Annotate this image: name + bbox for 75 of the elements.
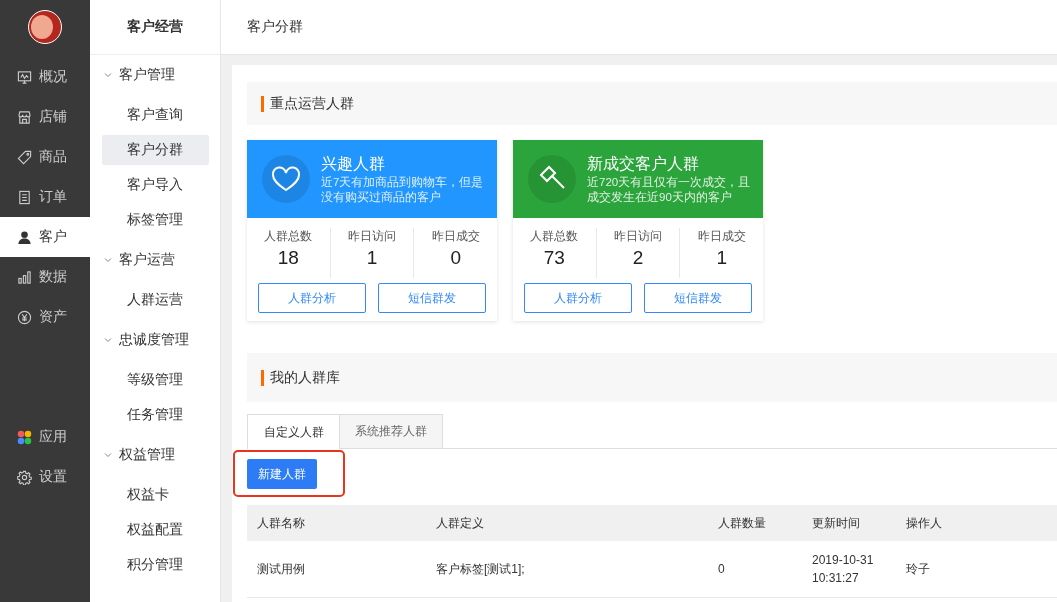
card-description: 近720天有且仅有一次成交，且成交发生在近90天内的客户 — [587, 174, 752, 205]
menu-item[interactable]: 客户导入 — [102, 170, 209, 200]
tag-icon — [17, 149, 32, 165]
store-icon — [17, 109, 32, 125]
nav-item[interactable]: 数据 — [0, 257, 90, 297]
tab[interactable]: 系统推荐人群 — [340, 414, 443, 448]
chevron-down-icon — [103, 335, 113, 345]
hammer-icon — [527, 154, 577, 204]
menu-item[interactable]: 标签管理 — [102, 205, 209, 235]
menu-group[interactable]: 客户运营 — [90, 240, 220, 280]
stat-label: 昨日成交 — [431, 228, 480, 245]
section-title: 重点运营人群 — [270, 94, 354, 113]
settings-icon — [17, 469, 32, 485]
stat-label: 昨日访问 — [614, 228, 662, 245]
menu-group[interactable]: 权益管理 — [90, 435, 220, 475]
stat-label: 人群总数 — [530, 228, 579, 245]
stat-label: 人群总数 — [264, 228, 313, 245]
stat-label: 昨日成交 — [697, 228, 746, 245]
bar-chart-icon — [17, 269, 32, 285]
menu-item[interactable]: 客户查询 — [102, 100, 209, 130]
menu-item[interactable]: 等级管理 — [102, 365, 209, 395]
column-header: 更新时间 — [811, 514, 861, 532]
nav-item[interactable]: 概况 — [0, 57, 90, 97]
chevron-down-icon — [103, 450, 113, 460]
tab[interactable]: 自定义人群 — [247, 414, 340, 449]
column-header: 人群数量 — [717, 514, 767, 532]
logo-icon — [28, 10, 62, 44]
outline-button[interactable]: 短信群发 — [378, 283, 486, 313]
table-cell-text: 玲子 — [905, 560, 931, 578]
page-title: 客户分群 — [247, 18, 303, 36]
yen-icon — [17, 309, 32, 325]
new-group-button[interactable]: 新建人群 — [247, 459, 317, 489]
chevron-down-icon — [103, 70, 113, 80]
card-description: 近7天有加商品到购物车，但是没有购买过商品的客户 — [321, 174, 485, 205]
menu-group[interactable]: 忠诚度管理 — [90, 320, 220, 360]
nav-item[interactable]: 订单 — [0, 177, 90, 217]
stat-value: 1 — [366, 247, 378, 269]
menu-item[interactable]: 客户分群 — [102, 135, 209, 165]
person-icon — [17, 229, 32, 245]
menu-item[interactable]: 积分管理 — [102, 550, 209, 580]
nav-item[interactable]: 资产 — [0, 297, 90, 337]
chevron-down-icon — [103, 255, 113, 265]
menu-item[interactable]: 权益配置 — [102, 515, 209, 545]
nav-item[interactable]: 商品 — [0, 137, 90, 177]
column-header: 人群名称 — [256, 514, 306, 532]
menu-item[interactable]: 任务管理 — [102, 400, 209, 430]
column-header: 操作人 — [905, 514, 943, 532]
outline-button[interactable]: 短信群发 — [644, 283, 752, 313]
stat-value: 73 — [543, 247, 565, 269]
outline-button[interactable]: 人群分析 — [258, 283, 366, 313]
stat-label: 昨日访问 — [348, 228, 396, 245]
table-cell-text: 客户标签[测试1]; — [435, 560, 526, 578]
table-cell-text: 2019-10-31 10:31:27 — [811, 552, 875, 587]
table-cell-text: 0 — [717, 562, 726, 576]
section-title: 我的人群库 — [270, 368, 340, 387]
nav-item[interactable]: 客户 — [0, 217, 90, 257]
outline-button[interactable]: 人群分析 — [524, 283, 632, 313]
menu-item[interactable]: 人群运营 — [102, 285, 209, 315]
nav-item[interactable]: 设置 — [0, 457, 90, 497]
menu-item[interactable]: 权益卡 — [102, 480, 209, 510]
nav-item[interactable]: 应用 — [0, 417, 90, 457]
column-header: 人群定义 — [435, 514, 485, 532]
apps-icon — [17, 429, 32, 445]
menu-group[interactable]: 客户管理 — [90, 55, 220, 95]
nav-item[interactable]: 店铺 — [0, 97, 90, 137]
card-title: 兴趣人群 — [321, 153, 386, 174]
stat-value: 1 — [716, 247, 727, 269]
document-icon — [17, 189, 32, 205]
stat-value: 18 — [277, 247, 299, 269]
monitor-icon — [17, 69, 32, 85]
sidebar-title: 客户经营 — [90, 0, 220, 55]
table-cell-text: 测试用例 — [256, 560, 306, 578]
stat-value: 0 — [450, 247, 461, 269]
stat-value: 2 — [632, 247, 644, 269]
card-title: 新成交客户人群 — [587, 153, 700, 174]
